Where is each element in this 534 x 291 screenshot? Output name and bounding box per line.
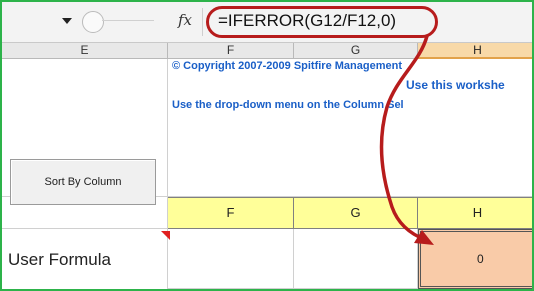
user-formula-label: User Formula <box>8 250 111 269</box>
row-header-h[interactable]: H <box>418 197 532 229</box>
formula-bar: fx =IFERROR(G12/F12,0) <box>2 2 532 43</box>
copyright-text: © Copyright 2007-2009 Spitfire Managemen… <box>172 60 403 72</box>
cell-f12[interactable] <box>168 229 294 289</box>
instruction-text-2: Use the drop-down menu on the Column Sel <box>172 99 404 111</box>
formula-bar-divider <box>102 20 154 21</box>
instruction-text-1: Use this workshe <box>406 78 505 92</box>
cell-e-row11[interactable] <box>2 197 168 229</box>
formula-bar-resize-handle[interactable] <box>82 11 104 33</box>
column-header-h[interactable]: H <box>418 43 532 59</box>
row-header-g[interactable]: G <box>294 197 418 229</box>
insert-function-icon[interactable]: fx <box>178 11 192 29</box>
formula-highlight-oval <box>206 6 438 38</box>
row-header-f[interactable]: F <box>168 197 294 229</box>
column-header-e[interactable]: E <box>2 43 168 59</box>
screenshot-frame: fx =IFERROR(G12/F12,0) E F G H © Copyrig… <box>0 0 534 291</box>
column-header-g[interactable]: G <box>294 43 418 59</box>
name-box-dropdown-icon[interactable] <box>62 18 72 24</box>
column-header-f[interactable]: F <box>168 43 294 59</box>
cell-h12[interactable]: 0 <box>418 229 532 289</box>
cell-g12[interactable] <box>294 229 418 289</box>
formula-bar-separator <box>202 8 203 36</box>
